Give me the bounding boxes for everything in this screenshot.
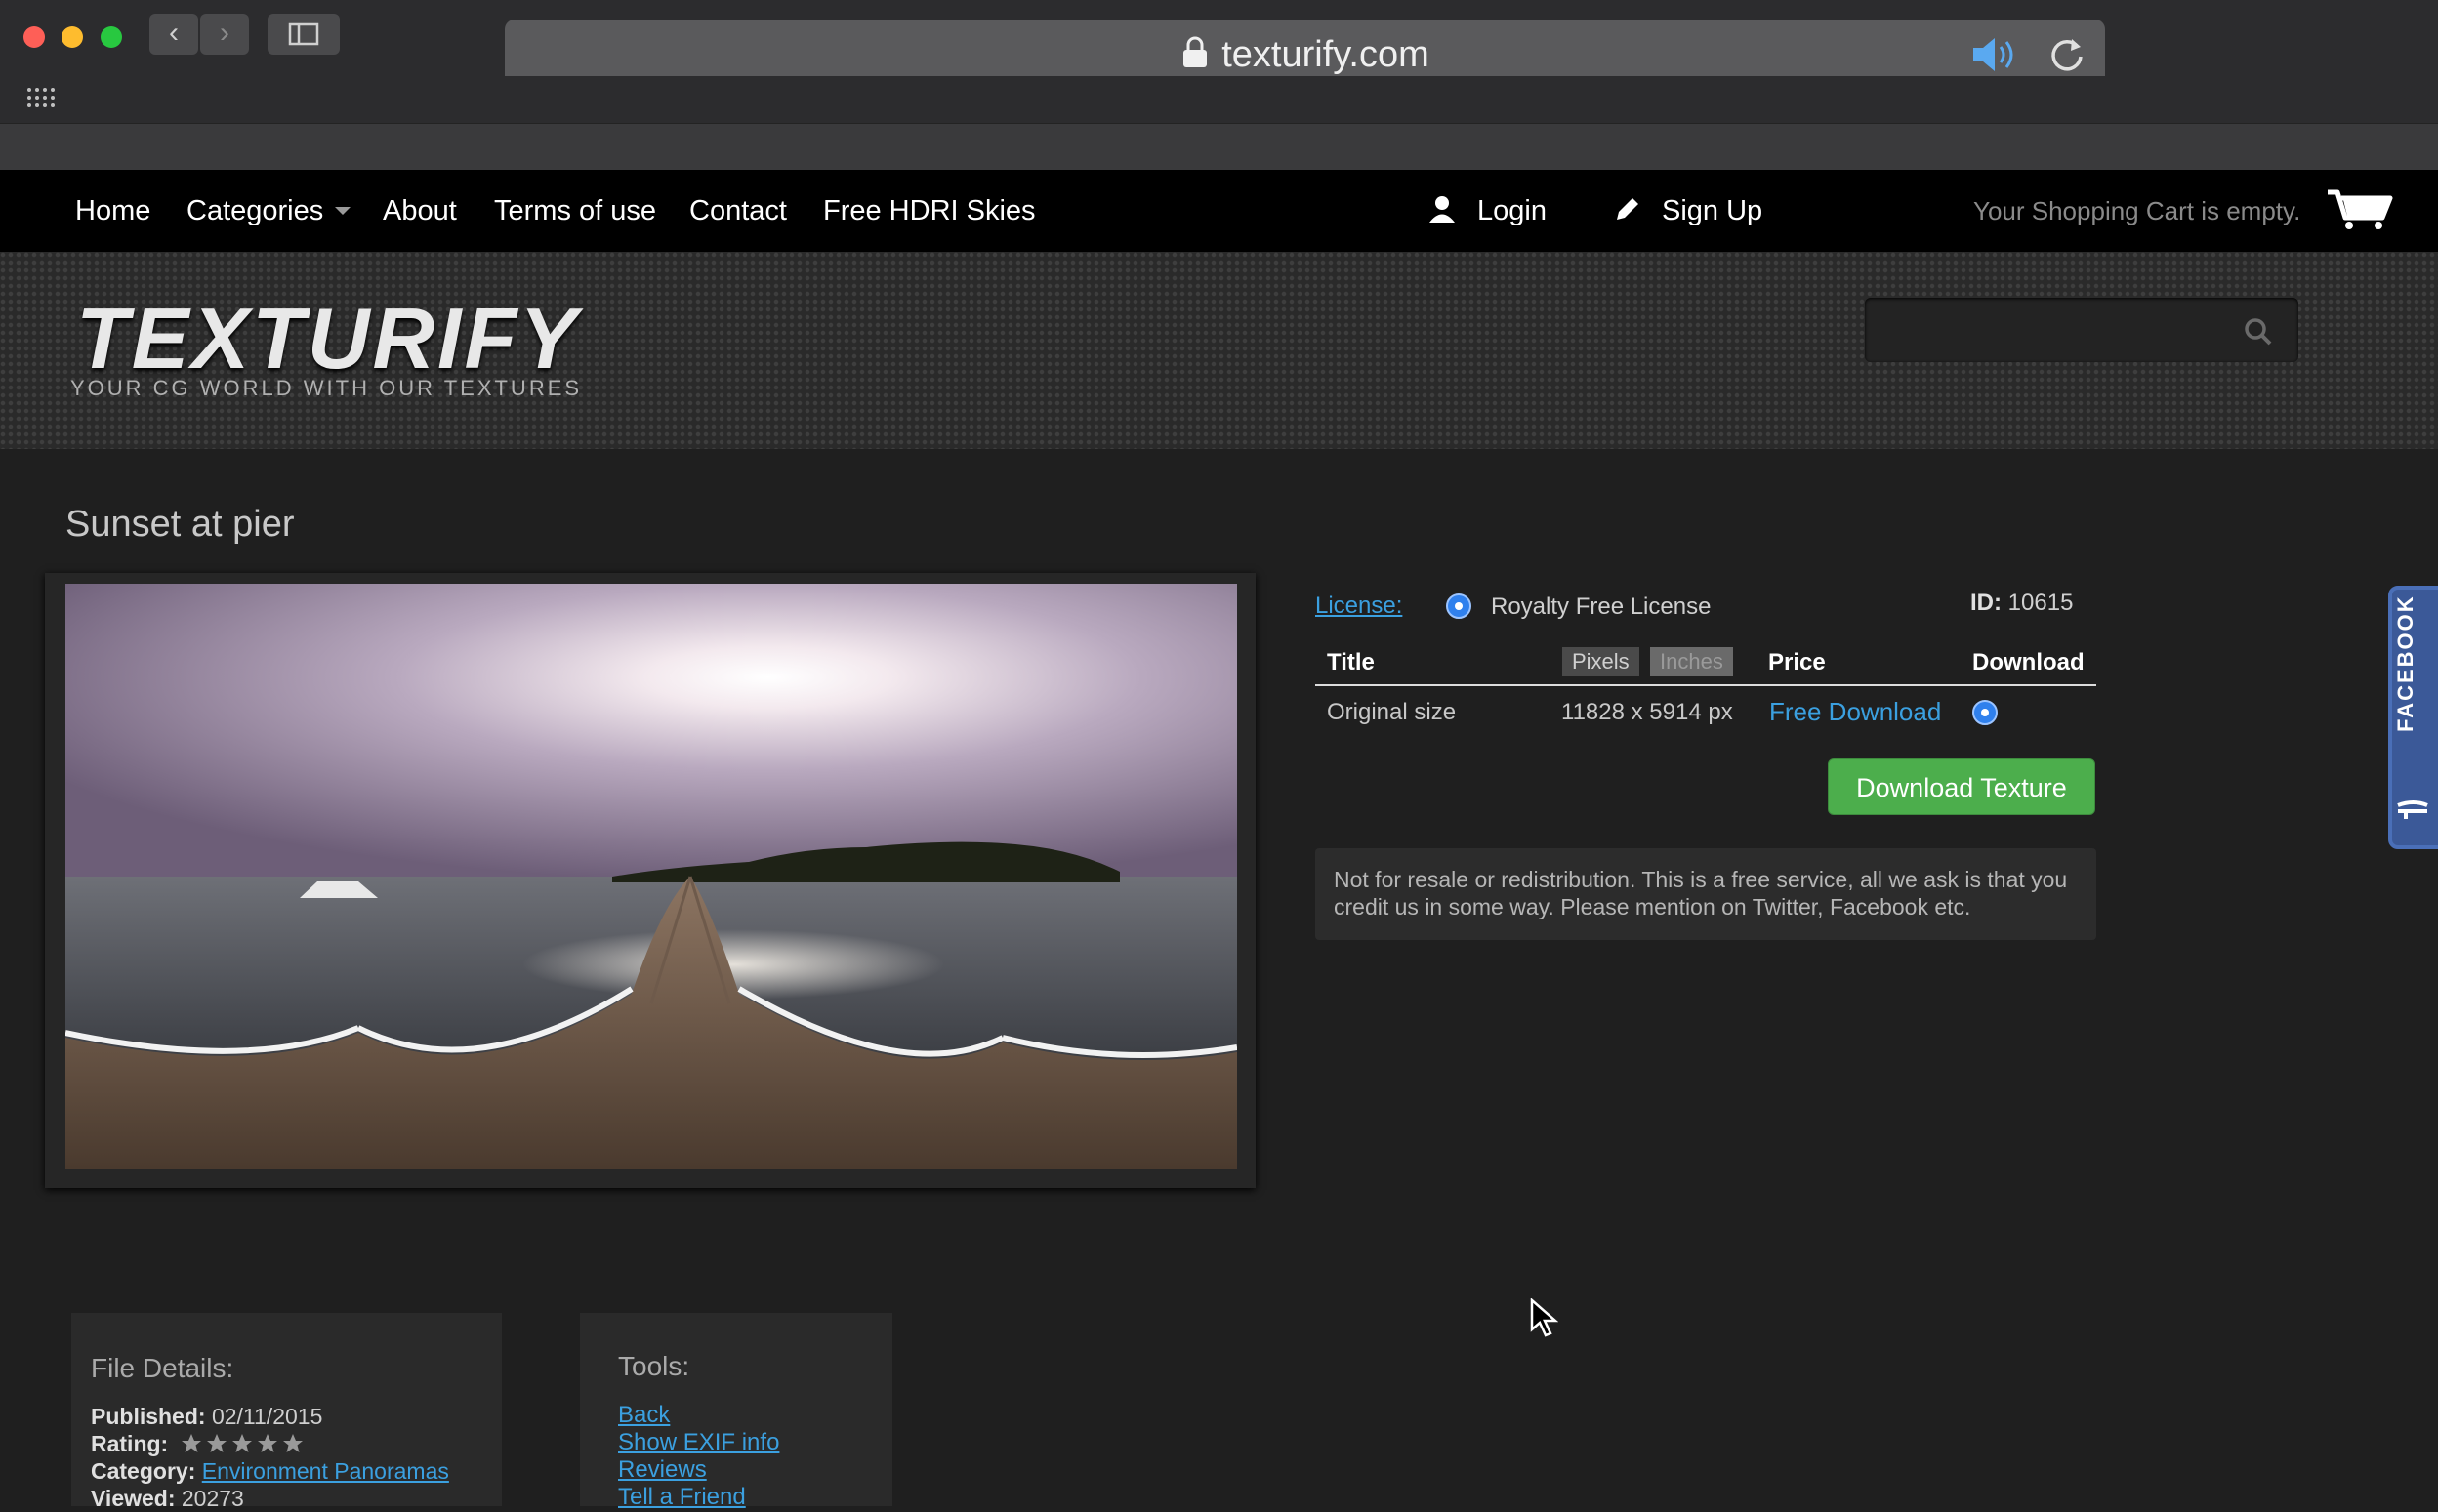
price-free-download[interactable]: Free Download	[1769, 697, 1941, 727]
login-link[interactable]: Login	[1428, 170, 1547, 252]
units-inches-tab[interactable]: Inches	[1650, 647, 1733, 676]
bookmarks-bar	[0, 76, 2438, 123]
sidebar-icon	[288, 22, 319, 46]
category-link[interactable]: Environment Panoramas	[202, 1458, 449, 1484]
size-select-radio[interactable]	[1972, 700, 1998, 725]
close-window-button[interactable]	[23, 26, 45, 48]
pencil-icon	[1617, 198, 1638, 220]
lock-icon	[1183, 36, 1208, 67]
reload-icon[interactable]	[2045, 33, 2088, 76]
tool-reviews-link[interactable]: Reviews	[618, 1456, 707, 1484]
units-pixels-tab[interactable]: Pixels	[1562, 647, 1639, 676]
tool-back-link[interactable]: Back	[618, 1402, 670, 1429]
texture-preview-image[interactable]	[65, 584, 1237, 1169]
nav-about[interactable]: About	[383, 170, 457, 252]
site-logo[interactable]: TEXTURIFY	[76, 289, 580, 388]
search-icon[interactable]	[2244, 317, 2273, 347]
page-title: Sunset at pier	[65, 504, 295, 545]
size-title: Original size	[1327, 699, 1457, 725]
file-details-heading: File Details:	[91, 1353, 234, 1383]
chevron-left-icon: ‹	[169, 17, 179, 49]
cart-link[interactable]: Your Shopping Cart is empty.	[1973, 170, 2394, 252]
caret-down-icon	[335, 207, 351, 215]
column-download: Download	[1972, 649, 2085, 675]
column-price: Price	[1768, 649, 1826, 675]
category: Category: Environment Panoramas	[91, 1458, 449, 1484]
grid-icon[interactable]	[26, 86, 56, 109]
nav-categories[interactable]: Categories	[186, 170, 352, 252]
license-link[interactable]: License:	[1315, 593, 1402, 620]
panorama-image	[65, 584, 1237, 1169]
sidebar-toggle-button[interactable]	[268, 14, 340, 55]
shopping-cart-icon	[2328, 189, 2393, 229]
tool-exif-link[interactable]: Show EXIF info	[618, 1429, 779, 1456]
texture-id: ID: 10615	[1970, 590, 2074, 616]
tools-heading: Tools:	[618, 1351, 690, 1381]
view-count: Viewed: 20273	[91, 1486, 244, 1511]
back-button[interactable]: ‹	[149, 14, 198, 55]
signup-link[interactable]: Sign Up	[1613, 170, 1762, 252]
nav-home[interactable]: Home	[75, 170, 150, 252]
speaker-icon[interactable]	[1969, 33, 2024, 76]
search-input[interactable]	[1865, 298, 2298, 362]
forward-button[interactable]: ›	[200, 14, 249, 55]
facebook-tab-label: FACEBOOK	[2393, 594, 2417, 732]
column-title: Title	[1327, 649, 1375, 675]
license-notice: Not for resale or redistribution. This i…	[1315, 848, 2096, 940]
cart-status: Your Shopping Cart is empty.	[1973, 196, 2301, 225]
nav-terms[interactable]: Terms of use	[494, 170, 656, 252]
site-tagline: YOUR CG WORLD WITH OUR TEXTURES	[70, 376, 583, 400]
user-icon	[1429, 196, 1455, 223]
license-radio[interactable]	[1446, 593, 1471, 619]
rating: Rating:	[91, 1431, 308, 1457]
url-text: texturify.com	[1221, 34, 1429, 75]
minimize-window-button[interactable]	[62, 26, 83, 48]
mouse-cursor-icon	[1530, 1298, 1558, 1337]
download-texture-button[interactable]: Download Texture	[1828, 758, 2095, 815]
chevron-right-icon: ›	[220, 17, 229, 49]
size-dimensions: 11828 x 5914 px	[1561, 699, 1733, 725]
nav-free-hdri[interactable]: Free HDRI Skies	[823, 170, 1036, 252]
tool-tell-friend-link[interactable]: Tell a Friend	[618, 1484, 746, 1511]
rating-stars-icon	[181, 1434, 303, 1452]
maximize-window-button[interactable]	[101, 26, 122, 48]
published-date: Published: 02/11/2015	[91, 1404, 323, 1429]
license-value: Royalty Free License	[1491, 593, 1712, 620]
nav-contact[interactable]: Contact	[689, 170, 787, 252]
facebook-icon	[2397, 800, 2428, 819]
tab-bar	[0, 123, 2438, 171]
